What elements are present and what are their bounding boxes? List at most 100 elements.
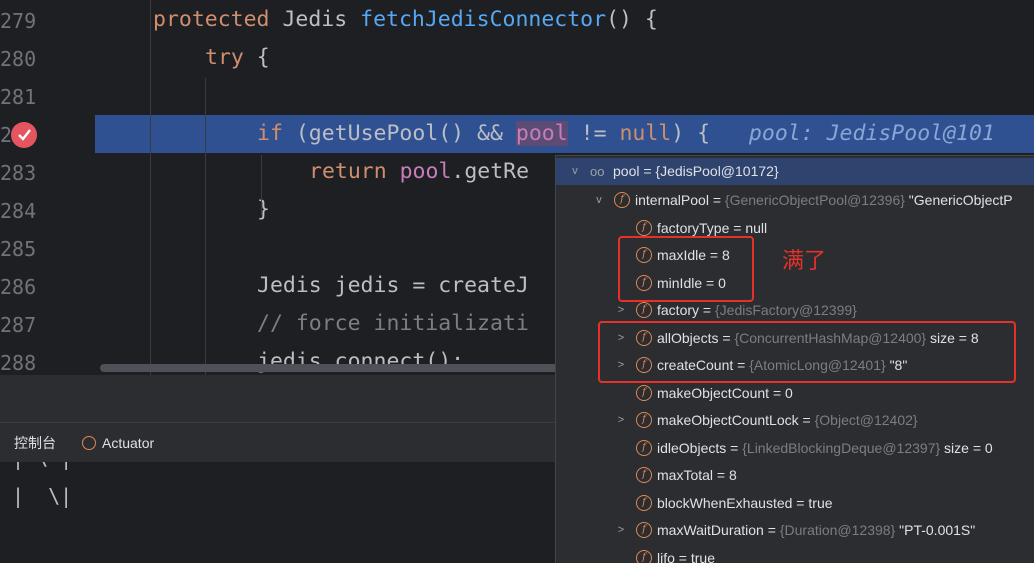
equals-sign: = bbox=[699, 302, 715, 318]
equals-sign: = bbox=[798, 412, 815, 428]
variable-value: null bbox=[745, 220, 768, 236]
code-token: fetchJedisConnector bbox=[360, 7, 607, 32]
code-line: protected Jedis fetchJedisConnector() { bbox=[95, 1, 1034, 39]
console-line: | \| bbox=[12, 484, 73, 508]
code-line: try { bbox=[95, 39, 1034, 77]
equals-sign: = bbox=[726, 440, 743, 456]
equals-sign: = bbox=[769, 385, 786, 401]
variable-row[interactable]: f lifo = true bbox=[556, 545, 1034, 563]
watch-glasses-icon: oo bbox=[590, 164, 605, 179]
current-execution-line: if (getUsePool() && pool != null) { pool… bbox=[95, 115, 1034, 153]
variable-value: "GenericObjectP bbox=[904, 192, 1013, 208]
variable-name: factory bbox=[657, 302, 700, 318]
variable-root-row[interactable]: v oo pool = {JedisPool@10172} bbox=[556, 158, 1034, 185]
field-icon: f bbox=[636, 495, 652, 511]
line-number[interactable]: 280 bbox=[0, 40, 36, 78]
variable-row[interactable]: v f internalPool = {GenericObjectPool@1239… bbox=[556, 187, 1034, 214]
object-reference: {LinkedBlockingDeque@12397} bbox=[742, 440, 941, 456]
variable-name: lifo bbox=[657, 550, 675, 563]
tab-actuator[interactable]: Actuator bbox=[82, 423, 154, 463]
equals-sign: = bbox=[674, 550, 691, 563]
variable-row[interactable]: > f makeObjectCountLock = {Object@12402} bbox=[556, 407, 1034, 434]
code-token: pool bbox=[399, 159, 452, 184]
field-icon: f bbox=[636, 550, 652, 563]
code-token: protected bbox=[153, 7, 283, 32]
variable-row[interactable]: > f maxWaitDuration = {Duration@12398} "PT… bbox=[556, 517, 1034, 544]
variable-name: makeObjectCountLock bbox=[657, 412, 799, 428]
line-number[interactable]: 283 bbox=[0, 154, 36, 192]
indent-guide bbox=[150, 0, 151, 375]
annotation-note: 满了 bbox=[782, 248, 827, 273]
code-token: if bbox=[257, 121, 296, 146]
code-token: ) { bbox=[671, 121, 711, 146]
tool-window-tabs: 控制台 Actuator bbox=[0, 422, 560, 463]
code-token: try bbox=[205, 45, 257, 70]
variable-value: size = 0 bbox=[940, 440, 993, 456]
equals-sign: = bbox=[729, 220, 746, 236]
field-icon: f bbox=[636, 220, 652, 236]
object-reference: {JedisFactory@12399} bbox=[714, 302, 857, 318]
line-number[interactable]: 284 bbox=[0, 192, 36, 230]
line-number[interactable]: 288 bbox=[0, 344, 36, 375]
chevron-down-icon[interactable]: v bbox=[594, 187, 604, 214]
indent-guide bbox=[261, 155, 262, 215]
variable-value: "PT-0.001S" bbox=[895, 522, 976, 538]
code-token: .getRe bbox=[451, 159, 530, 184]
code-token: Jedis bbox=[282, 7, 361, 32]
actuator-icon bbox=[82, 436, 96, 450]
field-icon: f bbox=[636, 385, 652, 401]
variable-row[interactable]: f blockWhenExhausted = true bbox=[556, 490, 1034, 517]
tab-console[interactable]: 控制台 bbox=[14, 423, 56, 463]
breakpoint-icon[interactable] bbox=[11, 122, 37, 148]
code-token: } bbox=[257, 197, 270, 222]
code-token: // force initializati bbox=[257, 311, 529, 336]
variable-row[interactable]: f makeObjectCount = 0 bbox=[556, 380, 1034, 407]
code-token: { bbox=[256, 45, 270, 70]
variable-value: true bbox=[690, 550, 715, 563]
variable-name: blockWhenExhausted bbox=[657, 495, 793, 511]
line-gutter: 279280281282283284285286287288 bbox=[0, 0, 95, 375]
variable-row[interactable]: f maxTotal = 8 bbox=[556, 462, 1034, 489]
variable-value: 8 bbox=[729, 467, 737, 483]
console-output[interactable]: | \ | | \| bbox=[0, 462, 560, 562]
line-number[interactable]: 281 bbox=[0, 78, 36, 116]
chevron-right-icon[interactable]: > bbox=[616, 517, 626, 544]
field-icon: f bbox=[614, 192, 630, 208]
code-token: null bbox=[619, 121, 672, 146]
field-icon: f bbox=[636, 467, 652, 483]
field-icon: f bbox=[636, 440, 652, 456]
line-number[interactable]: 279 bbox=[0, 2, 36, 40]
variable-name: makeObjectCount bbox=[657, 385, 770, 401]
code-token: () { bbox=[606, 7, 658, 32]
variable-name: idleObjects bbox=[657, 440, 727, 456]
variable-name: maxWaitDuration bbox=[657, 522, 764, 538]
code-token: Jedis jedis = createJ bbox=[257, 273, 529, 298]
equals-sign: = bbox=[708, 192, 725, 208]
code-token: pool bbox=[515, 121, 568, 146]
line-number[interactable]: 285 bbox=[0, 230, 36, 268]
chevron-right-icon[interactable]: > bbox=[616, 407, 626, 434]
line-number[interactable]: 287 bbox=[0, 306, 36, 344]
horizontal-scrollbar[interactable] bbox=[100, 364, 560, 372]
equals-sign: = bbox=[713, 467, 729, 483]
highlight-box-count bbox=[598, 321, 1016, 383]
variable-row[interactable]: f idleObjects = {LinkedBlockingDeque@1239… bbox=[556, 435, 1034, 462]
object-reference: {GenericObjectPool@12396} bbox=[724, 192, 905, 208]
chevron-down-icon[interactable]: v bbox=[570, 158, 580, 185]
code-token: return bbox=[309, 159, 400, 184]
variable-name: internalPool bbox=[635, 192, 709, 208]
code-token: pool: JedisPool@101 bbox=[710, 121, 995, 146]
field-icon: f bbox=[636, 412, 652, 428]
line-number[interactable]: 286 bbox=[0, 268, 36, 306]
indent-guide bbox=[205, 78, 206, 375]
code-token: != bbox=[567, 121, 620, 146]
variable-name: maxTotal bbox=[657, 467, 714, 483]
object-reference: {Duration@12398} bbox=[779, 522, 896, 538]
variable-value: true bbox=[808, 495, 833, 511]
console-line: | \ | bbox=[12, 462, 72, 470]
variable-value: 0 bbox=[785, 385, 793, 401]
field-icon: f bbox=[636, 302, 652, 318]
highlight-box-idle bbox=[618, 236, 754, 302]
equals-sign: = bbox=[792, 495, 809, 511]
